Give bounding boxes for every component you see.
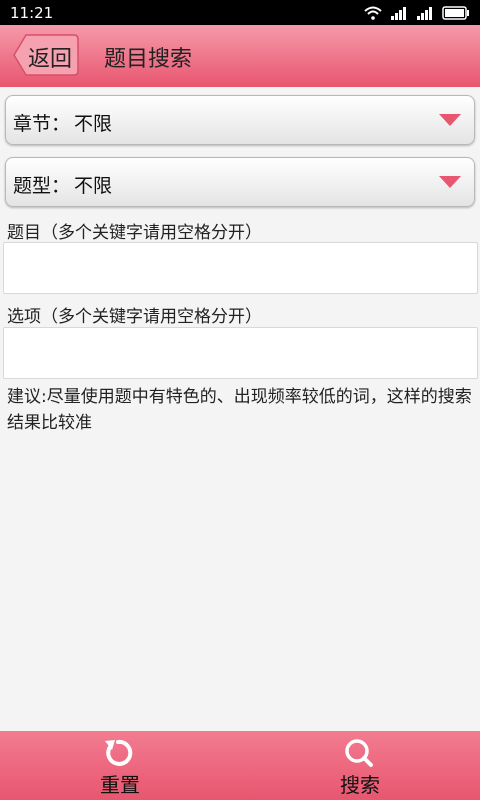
reset-button[interactable]: 重置	[0, 731, 240, 800]
battery-icon	[442, 5, 469, 20]
type-dropdown[interactable]: 题型： 不限	[5, 157, 475, 207]
back-label: 返回	[28, 47, 73, 72]
status-bar: 11:21	[0, 0, 480, 25]
type-label: 题型：	[13, 175, 71, 197]
search-label: 搜索	[340, 773, 380, 797]
search-tip: 建议:尽量使用题中有特色的、出现频率较低的词，这样的搜索结果比较准	[7, 387, 472, 433]
chevron-down-icon	[439, 176, 461, 188]
search-button[interactable]: 搜索	[240, 731, 480, 800]
reset-label: 重置	[100, 773, 140, 797]
chevron-down-icon	[439, 114, 461, 126]
bottom-bar: 重置 搜索	[0, 731, 480, 800]
page-title: 题目搜索	[104, 47, 193, 72]
back-button[interactable]: 返回	[12, 33, 80, 77]
status-icons	[364, 5, 470, 20]
chapter-value: 不限	[74, 113, 113, 135]
question-field-label: 题目（多个关键字请用空格分开）	[7, 223, 262, 243]
option-input[interactable]	[3, 327, 478, 379]
refresh-icon	[105, 739, 133, 766]
header-bar: 返回 题目搜索	[0, 25, 480, 87]
signal-icon	[391, 6, 406, 20]
chapter-label: 章节：	[13, 113, 71, 135]
search-icon	[345, 739, 373, 767]
option-field-label: 选项（多个关键字请用空格分开）	[7, 307, 262, 327]
type-value: 不限	[74, 175, 113, 197]
status-time: 11:21	[10, 3, 54, 22]
chapter-dropdown[interactable]: 章节： 不限	[5, 95, 475, 145]
signal-icon-2	[417, 6, 432, 20]
question-input[interactable]	[3, 242, 478, 294]
wifi-icon	[364, 6, 382, 20]
